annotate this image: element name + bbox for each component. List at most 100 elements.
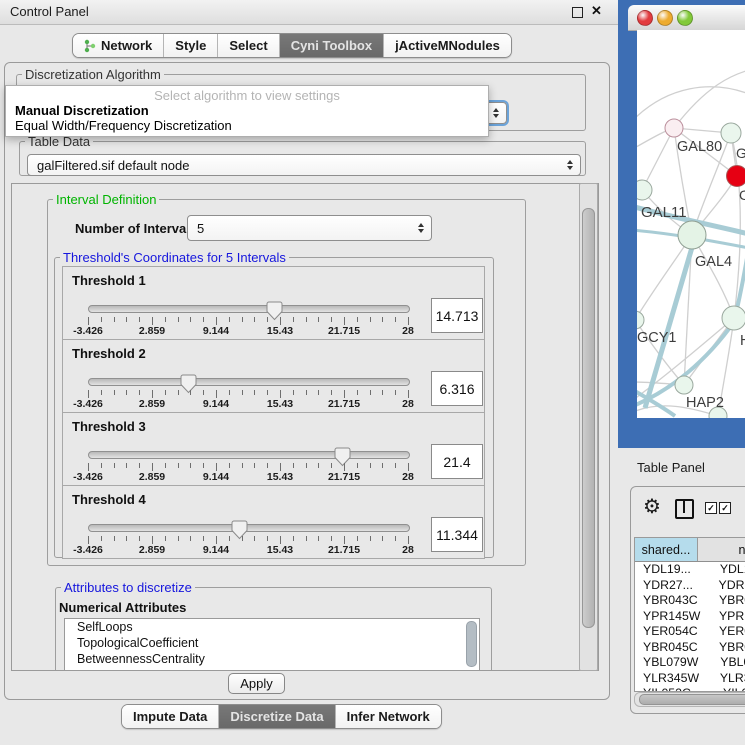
slider-tick-label: 15.43 [267,471,293,483]
table-row[interactable]: YBR043CYBR0 [635,593,745,609]
slider-tick-label: 15.43 [267,325,293,337]
network-node[interactable] [637,180,652,200]
desktop: Control Panel ✕ NetworkStyleSelect Cyni T… [0,0,745,745]
table-header-row: shared...na [635,538,745,562]
settings-scrollbar-thumb[interactable] [582,208,595,628]
num-intervals-combobox[interactable]: 5 [187,215,432,241]
slider-tick-label: 9.144 [203,544,229,556]
table-row[interactable]: YLR345WYLR3 [635,671,745,687]
network-tree-icon [84,39,96,53]
checkbox-checked-icon[interactable]: ✓ [705,502,717,514]
network-node[interactable] [722,306,745,330]
slider-tick-label: 21.715 [328,544,360,556]
tab-discretize-data[interactable]: Discretize Data [219,705,335,728]
threshold-panel: Threshold 4-3.4262.8599.14415.4321.71528… [62,485,485,559]
table-row[interactable]: YER054CYER0 [635,624,745,640]
slider-tick-label: 9.144 [203,398,229,410]
popup-option[interactable]: Equal Width/Frequency Discretization [6,118,488,133]
slider-tick-label: 28 [402,325,414,337]
popup-hint: Select algorithm to view settings [6,86,488,103]
node-table[interactable]: shared...naYDL19...YDL1YDR27...YDR2YBR04… [634,537,745,692]
attributes-list-scrollbar[interactable] [466,621,477,667]
attribute-list-item[interactable]: SelfLoops [65,619,479,635]
threshold-label: Threshold 2 [72,346,146,361]
tab-label: Discretize Data [230,709,323,724]
threshold-label: Threshold 1 [72,273,146,288]
network-window: GAL80GACGAL11GAL4GCY1HHAP2 [618,0,745,448]
stepper-arrows-icon [567,160,580,170]
table-hscrollbar-thumb[interactable] [639,694,745,705]
network-node[interactable] [727,166,745,187]
threshold-value-field[interactable]: 11.344 [431,517,483,552]
network-edge [637,87,745,122]
table-cell: YBR045C [635,640,701,656]
network-node[interactable] [678,221,706,249]
settings-scrollbar[interactable] [579,183,598,671]
tab-impute-data[interactable]: Impute Data [122,705,219,728]
threshold-slider-track[interactable] [88,451,410,459]
gear-icon[interactable]: ⚙ [643,494,661,519]
network-node-label: GAL80 [677,139,722,155]
threshold-label: Threshold 4 [72,492,146,507]
threshold-slider-track[interactable] [88,524,410,532]
popup-option[interactable]: Manual Discretization [6,103,488,118]
control-panel-titlebar: Control Panel ✕ [0,0,618,25]
table-cell: YLR3 [702,671,745,687]
table-hscrollbar[interactable] [634,692,745,707]
attribute-list-item[interactable]: TopologicalCoefficient [65,635,479,651]
float-window-icon[interactable] [572,7,583,18]
num-intervals-label: Number of Intervals [75,221,197,236]
tab-cyni-toolbox[interactable]: Cyni Toolbox [280,34,384,57]
attribute-list-item[interactable]: BetweennessCentrality [65,651,479,667]
table-row[interactable]: YDL19...YDL1 [635,562,745,578]
network-node[interactable] [637,311,644,329]
network-node[interactable] [665,119,683,137]
table-header-cell[interactable]: na [698,538,745,561]
table-row[interactable]: YBL079WYBL0 [635,655,745,671]
numerical-attributes-label: Numerical Attributes [59,600,186,615]
table-cell: YER0 [701,624,745,640]
close-traffic-light-icon[interactable] [637,10,653,26]
slider-tick-label: 15.43 [267,398,293,410]
tab-label: Impute Data [133,709,207,724]
tab-label: Cyni Toolbox [291,38,372,53]
threshold-value-field[interactable]: 6.316 [431,371,483,406]
table-row[interactable]: YPR145WYPR1 [635,609,745,625]
network-node[interactable] [675,376,693,394]
tab-style[interactable]: Style [164,34,218,57]
table-cell: YDR2 [701,578,745,594]
tab-jactivemnodules[interactable]: jActiveMNodules [384,34,511,57]
close-icon[interactable]: ✕ [591,3,602,19]
tab-infer-network[interactable]: Infer Network [336,705,441,728]
bottom-tab-bar: Impute Data Discretize Data Infer Network [121,704,442,729]
slider-tick-label: 21.715 [328,398,360,410]
slider-tick-label: -3.426 [73,471,103,483]
slider-tick-label: 9.144 [203,471,229,483]
table-header-cell[interactable]: shared... [635,538,698,561]
threshold-slider-track[interactable] [88,378,410,386]
tab-label: Infer Network [347,709,430,724]
zoom-traffic-light-icon[interactable] [677,10,693,26]
columns-icon[interactable] [675,499,694,519]
minimize-traffic-light-icon[interactable] [657,10,673,26]
table-row[interactable]: YBR045CYBR0 [635,640,745,656]
threshold-slider-track[interactable] [88,305,410,313]
tab-label: jActiveMNodules [395,38,500,53]
table-data-combobox[interactable]: galFiltered.sif default node [27,154,581,176]
threshold-value-field[interactable]: 21.4 [431,444,483,479]
network-node[interactable] [721,123,741,143]
network-node-label: GAL11 [641,204,687,221]
table-cell: YBL0 [702,655,745,671]
threshold-value-field[interactable]: 14.713 [431,298,483,333]
apply-button[interactable]: Apply [228,673,285,694]
table-row[interactable]: YDR27...YDR2 [635,578,745,594]
attributes-group-title: Attributes to discretize [61,580,195,595]
stepper-arrows-icon [418,223,431,233]
numerical-attributes-list[interactable]: SelfLoopsTopologicalCoefficientBetweenne… [64,618,480,671]
network-canvas[interactable]: GAL80GACGAL11GAL4GCY1HHAP2 [637,30,745,418]
settings-scroll-area[interactable]: Interval Definition Number of Intervals … [11,183,599,671]
tab-network[interactable]: Network [73,34,164,57]
tab-select[interactable]: Select [218,34,279,57]
checkbox-checked-icon[interactable]: ✓ [719,502,731,514]
table-cell: YDR27... [635,578,701,594]
